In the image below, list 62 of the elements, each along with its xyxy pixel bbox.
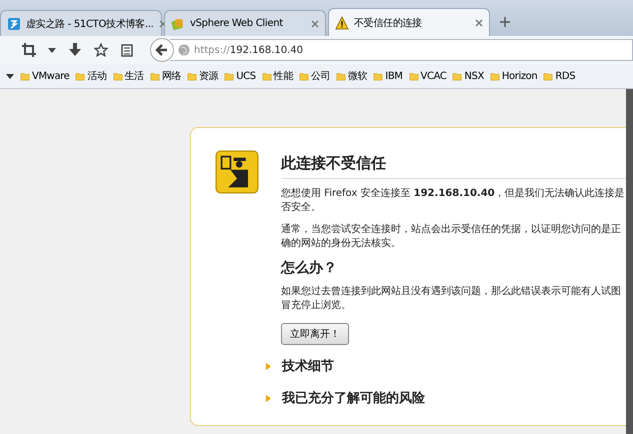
bookmark-folder[interactable]: UCS: [224, 70, 256, 82]
bookmark-folder[interactable]: 性能: [262, 69, 293, 83]
detail-text: 通常，当您尝试安全连接时，站点会出示受信任的凭据，以证明您访问的是正确的网站的身份无法核实。: [281, 223, 622, 251]
url-host: 192.168.10.40: [230, 44, 304, 56]
folder-icon: [75, 71, 86, 81]
bookmark-folder[interactable]: NSX: [452, 70, 484, 82]
folder-icon: [408, 71, 419, 81]
vsphere-favicon-icon: [171, 16, 185, 30]
warning-icon: [335, 16, 349, 30]
url-scheme: https://: [194, 44, 230, 56]
bookmark-folder[interactable]: VMware: [20, 70, 70, 82]
tab-title: 不受信任的连接: [354, 16, 423, 30]
bookmark-folder[interactable]: 网络: [150, 69, 182, 83]
download-icon[interactable]: [68, 43, 82, 57]
folder-icon: [543, 71, 554, 81]
browser-tab[interactable]: vSphere Web Client: [164, 10, 326, 36]
officer-drawing: [215, 150, 259, 194]
folder-icon: [336, 71, 346, 81]
back-button[interactable]: [150, 38, 174, 62]
folder-icon: [150, 71, 160, 81]
folder-icon: [224, 71, 234, 81]
close-icon[interactable]: [311, 20, 319, 28]
close-icon[interactable]: [158, 20, 166, 28]
tab-title: vSphere Web Client: [190, 18, 284, 29]
bookmark-folder[interactable]: Horizon: [490, 70, 538, 82]
expandable-section[interactable]: 技术细节: [282, 357, 334, 375]
bookmark-folder[interactable]: IBM: [373, 70, 403, 82]
bookmark-folder[interactable]: VCAC: [408, 70, 446, 82]
folder-icon: [20, 71, 30, 81]
folder-icon: [262, 71, 272, 81]
caret-icon[interactable]: [48, 48, 56, 52]
folder-icon: [452, 71, 462, 81]
browser-tab[interactable]: 不受信任的连接: [328, 8, 490, 36]
reading-list-icon[interactable]: [120, 43, 134, 57]
bookmark-folder[interactable]: 资源: [187, 69, 218, 83]
bookmark-folder[interactable]: 微软: [336, 69, 368, 83]
folder-icon: [490, 71, 500, 81]
crop-icon[interactable]: [22, 43, 36, 57]
bookmark-folder[interactable]: 活动: [75, 69, 107, 83]
folder-icon: [373, 71, 384, 81]
tab-title: 虚实之路 - 51CTO技术博客...: [26, 18, 154, 30]
globe-icon: [178, 44, 190, 56]
caret-icon[interactable]: [6, 74, 14, 78]
bookmark-folder[interactable]: RDS: [543, 70, 576, 82]
browser-tab[interactable]: 虚实之路 - 51CTO技术博客...: [0, 10, 162, 36]
error-title: 此连接不受信任: [281, 150, 626, 179]
bookmark-folder[interactable]: 公司: [298, 69, 330, 83]
folder-icon: [112, 71, 123, 81]
close-icon[interactable]: [475, 18, 483, 26]
expandable-section[interactable]: 我已充分了解可能的风险: [282, 389, 425, 407]
intro-text: 您想使用 Firefox 安全连接至 192.168.10.40，但是我们无法确认此连接是否安全。: [281, 187, 626, 215]
folder-icon: [298, 71, 309, 81]
address-bar[interactable]: https://192.168.10.40: [170, 39, 633, 61]
star-icon[interactable]: [94, 43, 108, 57]
leave-button[interactable]: 立即离开！: [281, 323, 349, 345]
advice-text: 如果您过去曾连接到此网站且没有遇到该问题，那么此错误表示可能有人试图冒充停止浏览。: [281, 285, 622, 313]
back-arrow-icon: [155, 43, 169, 57]
folder-icon: [187, 71, 198, 81]
section-heading: 怎么办？: [281, 259, 338, 277]
bookmark-folder[interactable]: 生活: [112, 69, 144, 83]
new-tab-icon[interactable]: [500, 17, 510, 27]
blog-favicon-icon: [7, 16, 21, 30]
